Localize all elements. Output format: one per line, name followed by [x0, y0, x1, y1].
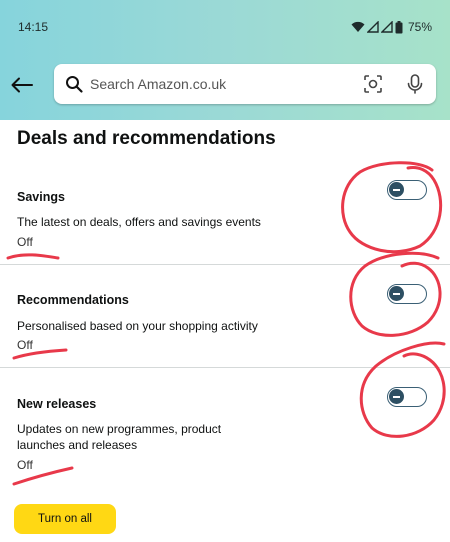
toggle-recommendations[interactable]	[387, 284, 427, 304]
battery-percentage: 75%	[407, 20, 432, 34]
section-status-savings: Off	[17, 235, 33, 249]
status-bar: 14:15 75%	[0, 0, 450, 48]
signal-icon	[366, 21, 379, 33]
section-title-new-releases: New releases	[17, 397, 97, 411]
search-bar[interactable]	[54, 64, 436, 104]
back-button[interactable]	[6, 70, 38, 100]
camera-scan-icon[interactable]	[362, 73, 384, 95]
microphone-icon[interactable]	[404, 73, 426, 95]
toggle-knob	[389, 286, 404, 301]
signal-icon	[380, 21, 393, 33]
divider	[0, 264, 450, 265]
divider	[0, 367, 450, 368]
toggle-new-releases[interactable]	[387, 387, 427, 407]
battery-icon	[395, 20, 403, 33]
app-header: 14:15 75%	[0, 0, 450, 120]
toggle-knob	[389, 389, 404, 404]
section-status-new-releases: Off	[17, 458, 33, 472]
status-icons: 75%	[351, 18, 432, 36]
toggle-savings[interactable]	[387, 180, 427, 200]
section-title-recommendations: Recommendations	[17, 293, 129, 307]
turn-on-all-button[interactable]: Turn on all	[14, 504, 116, 534]
wifi-icon	[351, 21, 365, 32]
search-input[interactable]	[90, 64, 340, 104]
section-status-recommendations: Off	[17, 338, 33, 352]
annotation-underline	[6, 253, 60, 260]
page-title: Deals and recommendations	[17, 128, 276, 149]
annotation-circle	[341, 161, 443, 254]
search-icon	[66, 76, 83, 93]
toggle-knob	[389, 182, 404, 197]
section-description-new-releases: Updates on new programmes, product launc…	[17, 422, 222, 452]
arrow-left-icon	[11, 77, 33, 93]
section-title-savings: Savings	[17, 190, 65, 204]
status-time: 14:15	[18, 20, 49, 34]
section-description-recommendations: Personalised based on your shopping acti…	[17, 319, 258, 333]
section-description-savings: The latest on deals, offers and savings …	[17, 215, 261, 229]
